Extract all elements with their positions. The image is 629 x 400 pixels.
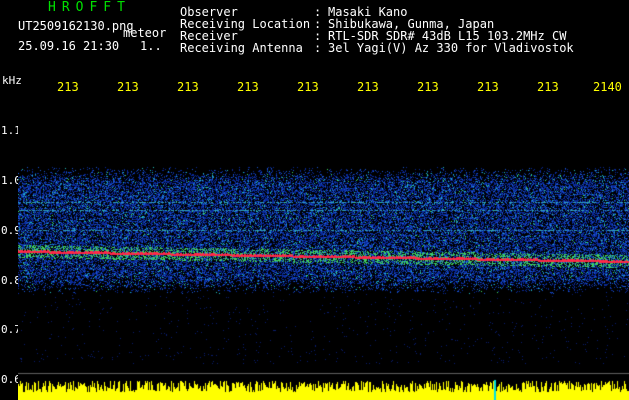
type-label: meteor — [123, 26, 167, 40]
spectrogram-canvas — [18, 94, 629, 400]
x-tick: 213 — [177, 80, 199, 94]
timestamp: 25.09.16 21:30 — [18, 39, 120, 53]
x-tick: 213 — [477, 80, 499, 94]
x-tick: 213 — [57, 80, 79, 94]
y-unit-label: kHz — [2, 74, 22, 87]
x-tick: 213 — [357, 80, 379, 94]
antenna-label: Receiving Antenna — [180, 41, 303, 55]
x-tick: 2140 — [593, 80, 622, 94]
app-title: HROFFT — [48, 0, 131, 15]
x-tick: 213 — [417, 80, 439, 94]
file-name: UT2509162130.png — [18, 19, 134, 33]
antenna-value: 3el Yagi(V) Az 330 for Vladivostok — [328, 41, 574, 55]
x-tick: 213 — [297, 80, 319, 94]
x-tick: 213 — [237, 80, 259, 94]
x-tick: 213 — [117, 80, 139, 94]
timestamp-extra: 1.. — [140, 39, 162, 53]
x-tick: 213 — [537, 80, 559, 94]
colon: : — [314, 41, 322, 55]
